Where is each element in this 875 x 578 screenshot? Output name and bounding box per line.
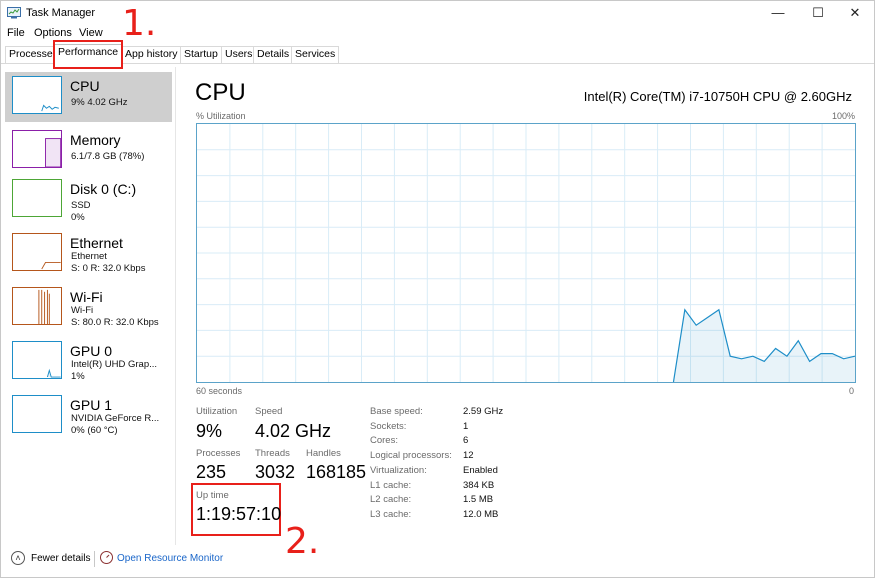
cpu-model-name: Intel(R) Core(TM) i7-10750H CPU @ 2.60GH… xyxy=(583,89,852,104)
cpu-thumbnail-graph xyxy=(12,76,62,114)
disk-thumbnail-graph xyxy=(12,179,62,217)
annotation-box-performance-tab xyxy=(53,40,123,69)
sidebar-item-gpu-1[interactable]: GPU 1 NVIDIA GeForce R... 0% (60 °C) xyxy=(5,391,172,441)
sidebar-item-detail: SSD xyxy=(71,200,91,211)
sidebar-item-title: CPU xyxy=(70,78,100,94)
ethernet-thumbnail-graph xyxy=(12,233,62,271)
sidebar-item-title: Memory xyxy=(70,132,121,148)
sidebar-item-detail-2: S: 80.0 R: 32.0 Kbps xyxy=(71,317,159,328)
minimize-button[interactable]: — xyxy=(761,3,795,23)
detail-value: 12.0 MB xyxy=(463,509,499,520)
processes-label: Processes xyxy=(196,448,241,459)
footer: ˄ Fewer details Open Resource Monitor xyxy=(1,545,874,575)
detail-value: 6 xyxy=(463,435,469,446)
sidebar-item-title: Wi-Fi xyxy=(70,289,103,305)
detail-value: Enabled xyxy=(463,465,498,476)
sidebar-item-gpu-0[interactable]: GPU 0 Intel(R) UHD Grap... 1% xyxy=(5,337,172,387)
task-manager-window: Task Manager — ☐ ✕ File Options View Pro… xyxy=(0,0,875,578)
sidebar-item-detail-2: 0% xyxy=(71,212,85,223)
detail-label: Sockets: xyxy=(370,421,407,432)
threads-value: 3032 xyxy=(255,462,296,482)
close-button[interactable]: ✕ xyxy=(838,3,872,23)
tab-services[interactable]: Services xyxy=(291,46,340,63)
sidebar-item-detail-2: 1% xyxy=(71,371,85,382)
sidebar-item-ethernet[interactable]: Ethernet Ethernet S: 0 R: 32.0 Kbps xyxy=(5,229,172,279)
detail-label: L2 cache: xyxy=(370,494,412,505)
sidebar-item-detail: NVIDIA GeForce R... xyxy=(71,413,160,424)
fewer-details-button[interactable]: Fewer details xyxy=(31,553,90,564)
handles-value: 168185 xyxy=(306,462,367,482)
processes-value: 235 xyxy=(196,462,227,482)
resource-monitor-icon xyxy=(100,551,113,564)
menu-options[interactable]: Options xyxy=(34,27,72,39)
gpu0-thumbnail-graph xyxy=(12,341,62,379)
graph-axis-max: 100% xyxy=(832,111,856,121)
sidebar-item-cpu[interactable]: CPU 9% 4.02 GHz xyxy=(5,72,172,122)
cpu-utilization-graph xyxy=(196,123,856,383)
menu-view[interactable]: View xyxy=(79,27,103,39)
sidebar-item-title: GPU 0 xyxy=(70,343,113,359)
detail-value: 2.59 GHz xyxy=(463,406,504,417)
tab-startup[interactable]: Startup xyxy=(180,46,222,63)
sidebar-item-detail: Ethernet xyxy=(71,251,107,262)
task-manager-icon xyxy=(7,7,21,19)
gpu1-thumbnail-graph xyxy=(12,395,62,433)
sidebar-item-title: GPU 1 xyxy=(70,397,113,413)
detail-label: Base speed: xyxy=(370,406,423,417)
cpu-utilization-area xyxy=(673,309,855,382)
tab-details[interactable]: Details xyxy=(253,46,294,63)
detail-value: 1 xyxy=(463,421,469,432)
sidebar-item-title: Ethernet xyxy=(70,235,123,251)
threads-label: Threads xyxy=(255,448,290,459)
sidebar-item-detail-2: 0% (60 °C) xyxy=(71,425,118,436)
chevron-up-icon[interactable]: ˄ xyxy=(11,551,25,565)
handles-label: Handles xyxy=(306,448,341,459)
maximize-button[interactable]: ☐ xyxy=(801,3,835,23)
detail-label: L1 cache: xyxy=(370,480,412,491)
detail-label: Logical processors: xyxy=(370,450,452,461)
sidebar-item-detail-2: S: 0 R: 32.0 Kbps xyxy=(71,263,146,274)
speed-label: Speed xyxy=(255,406,283,417)
tab-users[interactable]: Users xyxy=(221,46,257,63)
sidebar-item-title: Disk 0 (C:) xyxy=(70,181,137,197)
tab-bar: Processes Performance App history Startu… xyxy=(1,44,874,64)
uptime-value: 1:19:57:10 xyxy=(196,504,282,524)
uptime-label: Up time xyxy=(196,490,229,501)
sidebar-item-detail: Wi-Fi xyxy=(71,305,94,316)
page-title: CPU xyxy=(195,79,246,106)
detail-label: Virtualization: xyxy=(370,465,427,476)
detail-label: L3 cache: xyxy=(370,509,412,520)
open-resource-monitor-link[interactable]: Open Resource Monitor xyxy=(117,553,223,564)
sidebar-item-detail: 9% 4.02 GHz xyxy=(71,97,128,108)
graph-axis-label: % Utilization xyxy=(196,111,246,121)
tab-app-history[interactable]: App history xyxy=(121,46,182,63)
wifi-thumbnail-graph xyxy=(12,287,62,325)
detail-value: 384 KB xyxy=(463,480,495,491)
window-title: Task Manager xyxy=(26,7,96,19)
sidebar-item-memory[interactable]: Memory 6.1/7.8 GB (78%) xyxy=(5,126,172,176)
sidebar-item-detail: 6.1/7.8 GB (78%) xyxy=(71,151,145,162)
sidebar-item-disk-0[interactable]: Disk 0 (C:) SSD 0% xyxy=(5,175,172,225)
performance-sidebar: CPU 9% 4.02 GHz Memory 6.1/7.8 GB (78%) … xyxy=(1,67,176,545)
utilization-label: Utilization xyxy=(196,406,238,417)
detail-value: 1.5 MB xyxy=(463,494,494,505)
sidebar-item-detail: Intel(R) UHD Grap... xyxy=(71,359,158,370)
menu-file[interactable]: File xyxy=(7,27,25,39)
utilization-value: 9% xyxy=(196,421,223,441)
graph-time-end: 0 xyxy=(849,386,855,396)
sidebar-item-wifi[interactable]: Wi-Fi Wi-Fi S: 80.0 R: 32.0 Kbps xyxy=(5,283,172,333)
speed-value: 4.02 GHz xyxy=(255,421,332,441)
graph-time-span: 60 seconds xyxy=(196,386,243,396)
detail-value: 12 xyxy=(463,450,474,461)
detail-label: Cores: xyxy=(370,435,398,446)
footer-divider xyxy=(94,551,95,567)
annotation-step-1: 1. xyxy=(122,3,157,44)
memory-thumbnail-graph xyxy=(12,130,62,168)
